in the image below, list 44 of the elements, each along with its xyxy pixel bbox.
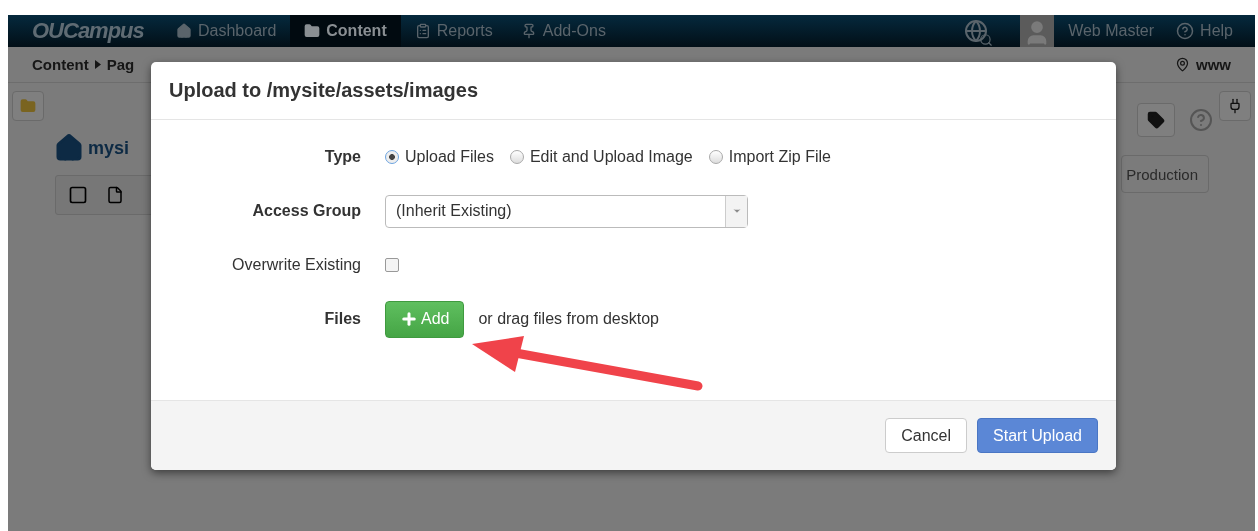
tag-icon	[1147, 111, 1165, 129]
plug-icon	[1227, 98, 1243, 114]
drag-hint: or drag files from desktop	[478, 310, 659, 328]
plug-button[interactable]	[1219, 91, 1251, 121]
nav-tab[interactable]: Add-Ons	[506, 15, 620, 47]
caret-icon	[94, 60, 101, 69]
radio-option[interactable]: Edit and Upload Image	[509, 148, 693, 166]
location-pin-icon	[1175, 57, 1190, 72]
global-search-icon[interactable]	[964, 19, 989, 43]
app-logo[interactable]: OUCampus	[32, 18, 162, 44]
field-label: Files	[323, 310, 361, 328]
radio-option[interactable]: Upload Files	[385, 148, 494, 166]
site-name[interactable]: www	[1196, 56, 1231, 73]
start-upload-button[interactable]: Start Upload	[977, 418, 1098, 453]
help-link[interactable]: Help	[1200, 22, 1233, 40]
dialog-title: Upload to /mysite/assets/images	[169, 79, 478, 102]
tag-button[interactable]	[1137, 103, 1175, 137]
user-name[interactable]: Web Master	[1068, 22, 1155, 40]
breadcrumb-item[interactable]: Content	[32, 56, 89, 73]
breadcrumb-item[interactable]: Pag	[106, 56, 135, 73]
home-icon[interactable]	[54, 133, 84, 163]
checkbox-icon[interactable]	[68, 185, 88, 205]
path-segment[interactable]: mysi	[88, 137, 130, 159]
production-button[interactable]: Production	[1121, 155, 1209, 193]
radio-option[interactable]: Import Zip File	[708, 148, 831, 166]
overwrite-checkbox[interactable]	[385, 258, 399, 272]
file-icon[interactable]	[106, 186, 124, 204]
field-label: Access Group	[251, 202, 361, 220]
nav-tab[interactable]: Content	[290, 15, 401, 47]
plus-icon	[400, 310, 418, 328]
help-icon	[1176, 22, 1195, 40]
clipboard-icon	[414, 23, 431, 39]
user-avatar[interactable]	[1020, 15, 1055, 47]
dropdown-caret-icon	[731, 206, 742, 216]
folder-icon	[304, 23, 321, 39]
folder-icon	[20, 98, 36, 114]
field-label: Type	[323, 148, 361, 166]
house-icon	[176, 23, 192, 39]
cancel-button[interactable]: Cancel	[885, 418, 968, 453]
nav-tab[interactable]: Dashboard	[162, 15, 291, 47]
field-label: Overwrite Existing	[231, 256, 361, 274]
nav-tab[interactable]: Reports	[400, 15, 507, 47]
add-button[interactable]: Add	[385, 300, 465, 338]
access-group-select[interactable]: (Inherit Existing)	[385, 194, 748, 228]
